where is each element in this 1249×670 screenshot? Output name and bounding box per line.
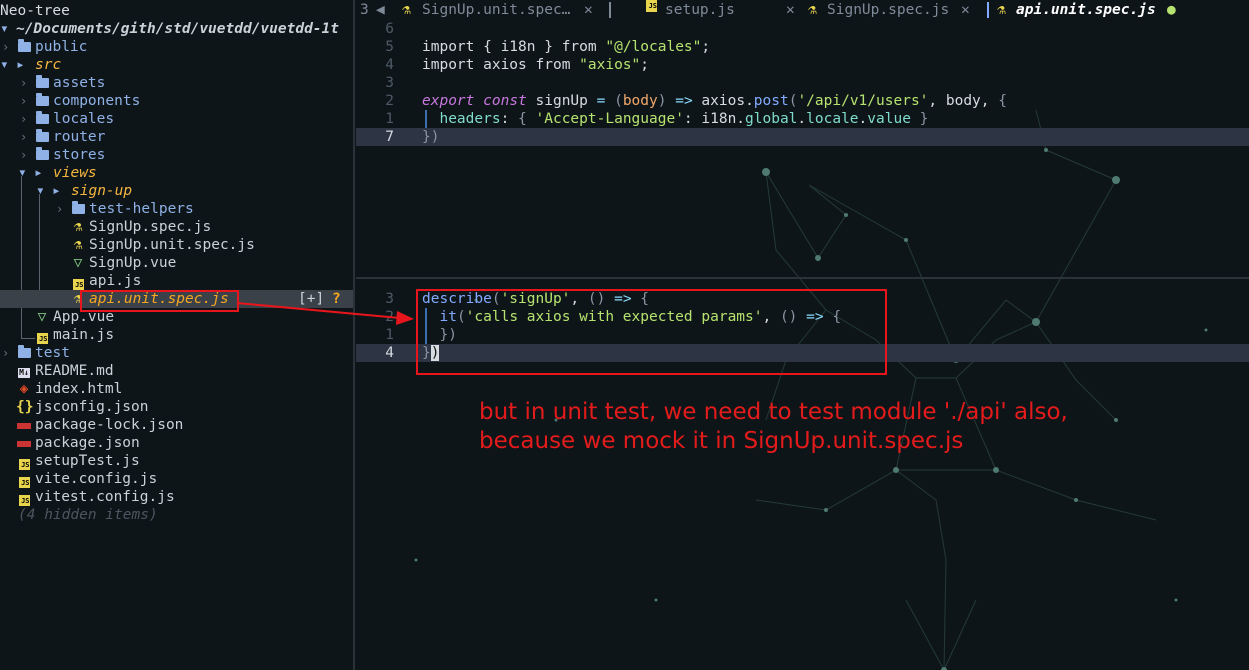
- annotation-line-1: but in unit test, we need to test module…: [479, 399, 1068, 425]
- annotation-note: but in unit test, we need to test module…: [479, 398, 1068, 456]
- annotation-line-2: because we mock it in SignUp.unit.spec.j…: [479, 428, 964, 454]
- annotation-arrow: [236, 302, 414, 325]
